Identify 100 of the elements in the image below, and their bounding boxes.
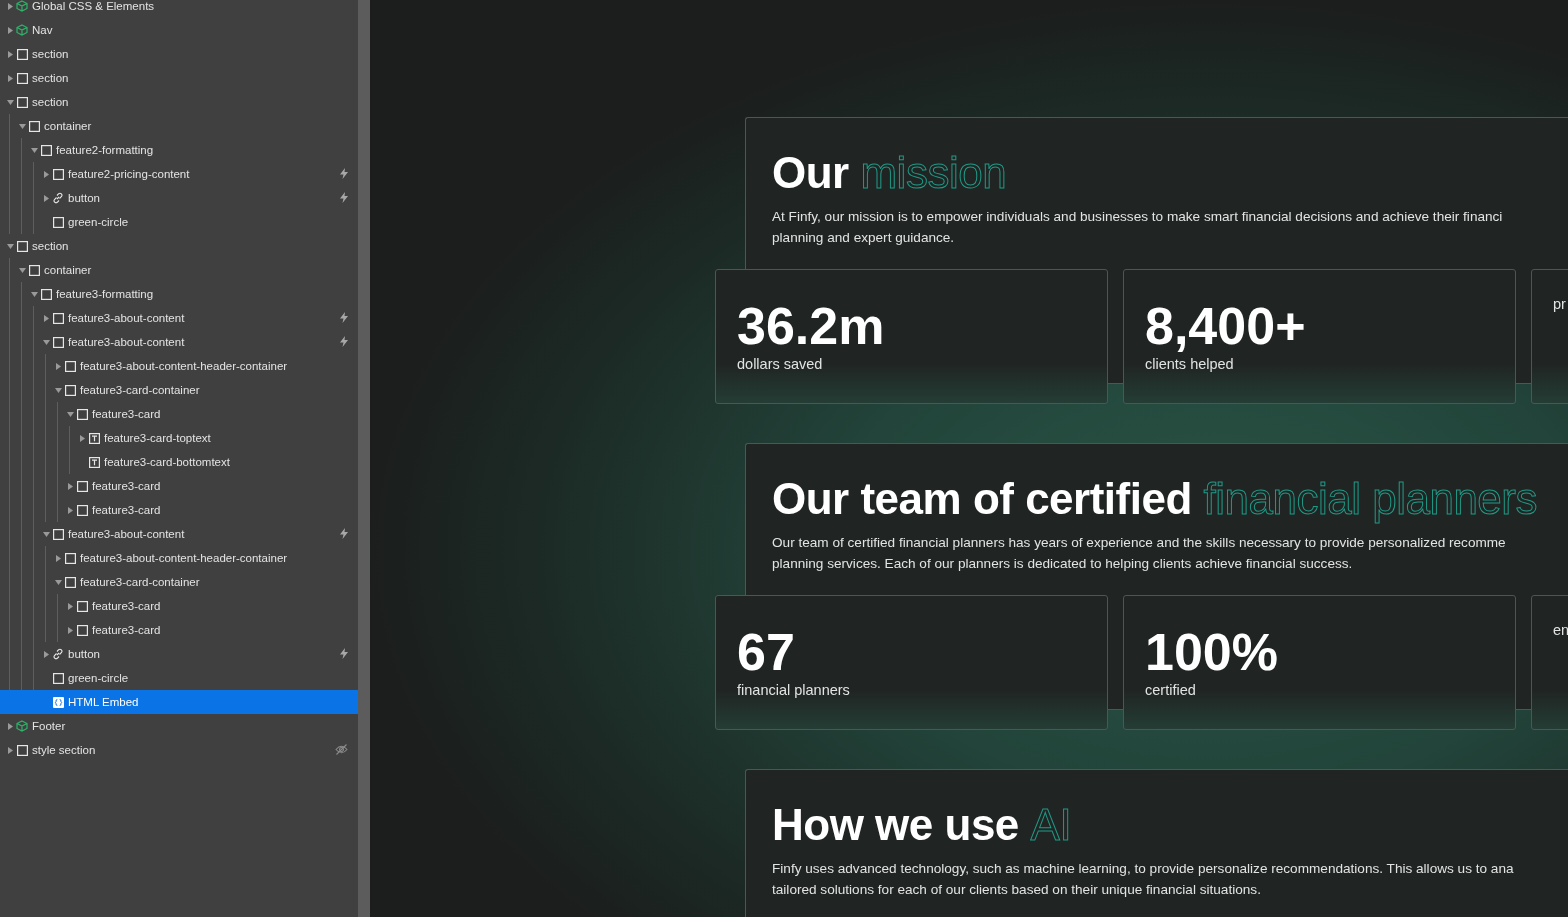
caret-right-icon[interactable] [55,554,61,562]
square-icon [16,744,28,756]
caret-right-icon[interactable] [43,170,49,178]
caret-down-icon[interactable] [6,99,14,105]
caret-right-icon[interactable] [43,194,49,202]
navigator-item[interactable]: feature3-card [0,402,358,426]
caret-right-icon[interactable] [67,602,73,610]
navigator-item[interactable]: feature3-about-content [0,306,358,330]
caret-right-icon[interactable] [7,2,13,10]
section-heading: Our mission [772,148,1007,198]
caret-right-icon[interactable] [7,50,13,58]
caret-down-icon[interactable] [66,411,74,417]
square-icon [64,552,76,564]
section-description: planning services. Each of our planners is dedicated to helping clients achieve financial success. [772,555,1353,573]
navigator-item[interactable]: feature3-card [0,594,358,618]
square-icon [52,672,64,684]
stat-value: 8,400+ [1145,296,1306,356]
square-icon [16,240,28,252]
navigator-item[interactable]: feature3-about-content-header-container [0,546,358,570]
caret-down-icon[interactable] [42,531,50,537]
square-icon [52,168,64,180]
caret-right-icon[interactable] [43,650,49,658]
caret-right-icon[interactable] [7,746,13,754]
square-icon [40,144,52,156]
navigator-item[interactable]: Nav [0,18,358,42]
navigator-item[interactable]: container [0,114,358,138]
square-icon [76,600,88,612]
text-icon [88,456,100,468]
caret-right-icon[interactable] [55,362,61,370]
square-icon [52,312,64,324]
stat-label: certified [1145,682,1196,698]
navigator-item[interactable]: feature2-formatting [0,138,358,162]
caret-down-icon[interactable] [54,387,62,393]
eye-slash-icon[interactable] [335,743,348,755]
navigator-item[interactable]: feature3-about-content [0,330,358,354]
square-icon [76,504,88,516]
caret-right-icon[interactable] [67,626,73,634]
caret-right-icon[interactable] [79,434,85,442]
caret-down-icon[interactable] [18,123,26,129]
navigator-item[interactable]: section [0,42,358,66]
navigator-item[interactable]: style section [0,738,358,762]
stat-label: pr [1553,296,1566,312]
navigator-item[interactable]: button [0,642,358,666]
navigator-item[interactable]: feature3-card [0,474,358,498]
link-icon [52,648,64,660]
navigator-item[interactable]: section [0,66,358,90]
navigator-item[interactable]: feature3-card [0,618,358,642]
caret-right-icon[interactable] [7,26,13,34]
caret-right-icon[interactable] [67,482,73,490]
stat-label: clients helped [1145,356,1234,372]
section-description: tailored solutions for each of our clients based on their unique financial situations. [772,881,1261,899]
navigator-item[interactable]: feature3-about-content [0,522,358,546]
section-description: Our team of certified financial planners has years of experience and the skills necessary to provide personalized recomme [772,534,1506,552]
navigator-item[interactable]: section [0,90,358,114]
navigator-item[interactable]: feature3-about-content-header-container [0,354,358,378]
navigator-item[interactable]: Footer [0,714,358,738]
square-icon [76,624,88,636]
caret-down-icon[interactable] [18,267,26,273]
stat-value: 36.2m [737,296,885,356]
caret-down-icon[interactable] [42,339,50,345]
caret-down-icon[interactable] [54,579,62,585]
navigator-item[interactable]: feature3-card-toptext [0,426,358,450]
navigator-item[interactable]: container [0,258,358,282]
caret-right-icon[interactable] [7,74,13,82]
square-icon [52,528,64,540]
navigator-item[interactable]: green-circle [0,210,358,234]
stat-value: 67 [737,622,795,682]
square-icon [76,480,88,492]
square-icon [52,216,64,228]
navigator-item[interactable]: feature3-card [0,498,358,522]
caret-down-icon[interactable] [30,147,38,153]
caret-right-icon[interactable] [67,506,73,514]
section-heading: How we use AI [772,800,1072,850]
navigator-item[interactable]: green-circle [0,666,358,690]
square-icon [16,48,28,60]
square-icon [16,72,28,84]
section-description: planning and expert guidance. [772,229,955,247]
section-description: Finfy uses advanced technology, such as machine learning, to provide personalize recommendations. This allows us to ana [772,860,1514,878]
link-icon [52,192,64,204]
stat-label: en [1553,622,1568,638]
caret-down-icon[interactable] [6,243,14,249]
navigator-item[interactable]: feature3-formatting [0,282,358,306]
navigator-item[interactable]: section [0,234,358,258]
square-icon [64,576,76,588]
caret-right-icon[interactable] [43,314,49,322]
navigator-item[interactable]: Global CSS & Elements [0,0,358,18]
navigator-item[interactable]: button [0,186,358,210]
navigator-item[interactable]: feature3-card-container [0,378,358,402]
caret-right-icon[interactable] [7,722,13,730]
stat-value: 100% [1145,622,1278,682]
square-icon [76,408,88,420]
navigator-item[interactable]: feature2-pricing-content [0,162,358,186]
navigator-item[interactable]: HTML Embed [0,690,358,714]
square-icon [28,120,40,132]
section-heading: Our team of certified financial planners [772,474,1537,524]
navigator-item[interactable]: feature3-card-bottomtext [0,450,358,474]
square-icon [16,96,28,108]
cube-icon [16,0,28,12]
caret-down-icon[interactable] [30,291,38,297]
navigator-item[interactable]: feature3-card-container [0,570,358,594]
